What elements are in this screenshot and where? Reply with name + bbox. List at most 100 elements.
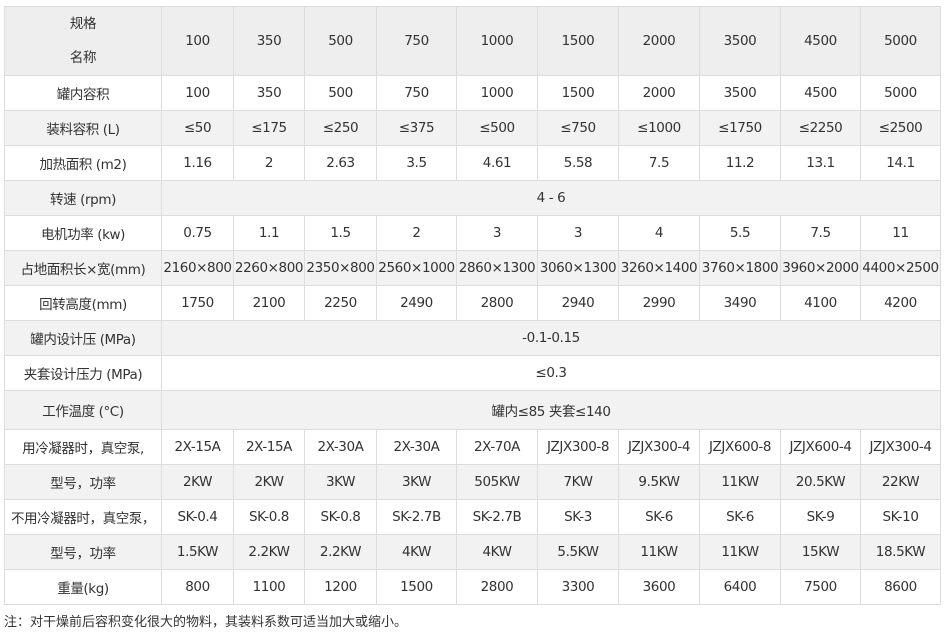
value-cell: 2X-30A	[304, 429, 377, 465]
table-row: 罐内容积 100 350 500 750 1000 1500 2000 3500 4500 5000	[4, 75, 941, 111]
value-cell: 3490	[699, 285, 781, 321]
merged-value-cell: 罐内≤85 夹套≤140	[161, 390, 941, 430]
value-cell: 2X-70A	[456, 429, 538, 465]
value-cell: SK-10	[860, 499, 941, 535]
value-cell: JZJX600-8	[699, 429, 781, 465]
value-cell: 5.58	[537, 145, 619, 181]
row-label: 转速 (rpm)	[4, 180, 162, 216]
value-cell: ≤2500	[860, 110, 941, 146]
value-cell: SK-0.4	[161, 499, 234, 535]
value-cell: 22KW	[860, 464, 941, 500]
value-cell: 11KW	[699, 464, 781, 500]
value-cell: 7.5	[618, 145, 700, 181]
value-cell: JZJX600-4	[780, 429, 861, 465]
header-col-4: 1000	[456, 6, 538, 76]
value-cell: ≤250	[304, 110, 377, 146]
spec-table-body: 规格 名称 100 350 500 750 1000 1500 2000 3500 4500 50…	[4, 6, 941, 605]
value-cell: 5.5	[699, 215, 781, 251]
header-corner-cell: 规格 名称	[4, 6, 162, 76]
header-col-1: 350	[233, 6, 305, 76]
value-cell: 3KW	[304, 464, 377, 500]
header-col-5: 1500	[537, 6, 619, 76]
row-label: 夹套设计压力 (MPa)	[4, 355, 162, 391]
table-row: 电机功率 (kw) 0.75 1.1 1.5 2 3 3 4 5.5 7.5 11	[4, 215, 941, 251]
table-row: 工作温度 (°C) 罐内≤85 夹套≤140	[4, 390, 941, 430]
value-cell: 800	[161, 569, 234, 605]
table-row: 不用冷凝器时，真空泵， SK-0.4 SK-0.8 SK-0.8 SK-2.7B SK-2…	[4, 499, 941, 535]
value-cell: 4.61	[456, 145, 538, 181]
value-cell: 5000	[860, 75, 941, 111]
value-cell: 2160×800	[161, 250, 234, 286]
value-cell: 2	[233, 145, 305, 181]
value-cell: 2X-15A	[233, 429, 305, 465]
value-cell: ≤175	[233, 110, 305, 146]
value-cell: 4KW	[456, 534, 538, 570]
value-cell: 9.5KW	[618, 464, 700, 500]
value-cell: 4100	[780, 285, 861, 321]
table-row: 转速 (rpm) 4 - 6	[4, 180, 941, 216]
header-col-2: 500	[304, 6, 377, 76]
value-cell: 3060×1300	[537, 250, 619, 286]
row-label: 装料容积 (L)	[4, 110, 162, 146]
spec-label: 规格	[69, 16, 97, 32]
value-cell: 2800	[456, 569, 538, 605]
row-label: 型号，功率	[4, 534, 162, 570]
value-cell: SK-0.8	[233, 499, 305, 535]
value-cell: 1200	[304, 569, 377, 605]
value-cell: 3KW	[376, 464, 457, 500]
value-cell: 2860×1300	[456, 250, 538, 286]
header-col-3: 750	[376, 6, 457, 76]
merged-value-cell: -0.1-0.15	[161, 320, 941, 356]
value-cell: 20.5KW	[780, 464, 861, 500]
table-row: 回转高度(mm) 1750 2100 2250 2490 2800 2940 2990 3490…	[4, 285, 941, 321]
name-label: 名称	[69, 50, 97, 66]
value-cell: ≤750	[537, 110, 619, 146]
row-label: 不用冷凝器时，真空泵，	[4, 499, 162, 535]
value-cell: 14.1	[860, 145, 941, 181]
row-label: 电机功率 (kw)	[4, 215, 162, 251]
value-cell: 2.63	[304, 145, 377, 181]
value-cell: 505KW	[456, 464, 538, 500]
value-cell: ≤500	[456, 110, 538, 146]
value-cell: SK-2.7B	[456, 499, 538, 535]
value-cell: JZJX300-4	[860, 429, 941, 465]
value-cell: 2X-15A	[161, 429, 234, 465]
value-cell: 4200	[860, 285, 941, 321]
value-cell: 3300	[537, 569, 619, 605]
value-cell: SK-6	[699, 499, 781, 535]
value-cell: 2260×800	[233, 250, 305, 286]
header-col-0: 100	[161, 6, 234, 76]
value-cell: 350	[233, 75, 305, 111]
value-cell: SK-9	[780, 499, 861, 535]
value-cell: 3	[456, 215, 538, 251]
value-cell: 2.2KW	[304, 534, 377, 570]
value-cell: 1100	[233, 569, 305, 605]
header-row: 规格 名称 100 350 500 750 1000 1500 2000 3500 4500 50…	[4, 6, 941, 76]
value-cell: 2KW	[161, 464, 234, 500]
value-cell: 8600	[860, 569, 941, 605]
value-cell: 1750	[161, 285, 234, 321]
merged-value-cell: ≤0.3	[161, 355, 941, 391]
table-row: 型号，功率 1.5KW 2.2KW 2.2KW 4KW 4KW 5.5KW 11KW 11KW 1…	[4, 534, 941, 570]
spec-table: 规格 名称 100 350 500 750 1000 1500 2000 3500 4500 50…	[4, 6, 941, 605]
value-cell: 2940	[537, 285, 619, 321]
value-cell: 1500	[376, 569, 457, 605]
value-cell: ≤2250	[780, 110, 861, 146]
value-cell: 11	[860, 215, 941, 251]
row-label: 罐内容积	[4, 75, 162, 111]
value-cell: SK-2.7B	[376, 499, 457, 535]
value-cell: 1.16	[161, 145, 234, 181]
value-cell: JZJX300-4	[618, 429, 700, 465]
value-cell: 2990	[618, 285, 700, 321]
value-cell: 7500	[780, 569, 861, 605]
header-col-7: 3500	[699, 6, 781, 76]
value-cell: 2560×1000	[376, 250, 457, 286]
value-cell: ≤1000	[618, 110, 700, 146]
value-cell: 7.5	[780, 215, 861, 251]
value-cell: 11KW	[618, 534, 700, 570]
table-row: 罐内设计压 (MPa) -0.1-0.15	[4, 320, 941, 356]
value-cell: 1000	[456, 75, 538, 111]
value-cell: 2X-30A	[376, 429, 457, 465]
table-row: 用冷凝器时，真空泵, 2X-15A 2X-15A 2X-30A 2X-30A 2X-70A…	[4, 429, 941, 465]
value-cell: 4	[618, 215, 700, 251]
